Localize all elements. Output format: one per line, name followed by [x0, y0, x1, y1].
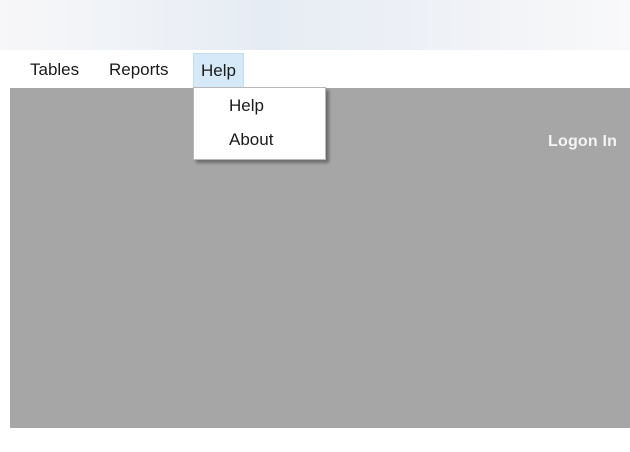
menu-bar: Tables Reports Help [0, 50, 630, 88]
application-window: Tables Reports Help Logon In Help About [0, 0, 630, 452]
help-menu-item-about[interactable]: About [229, 127, 273, 153]
help-dropdown-menu: Help About [193, 87, 326, 160]
menu-tables[interactable]: Tables [24, 53, 85, 86]
menu-reports[interactable]: Reports [103, 53, 175, 86]
logon-label: Logon In [548, 133, 618, 150]
menu-help[interactable]: Help [193, 53, 244, 88]
help-menu-item-help[interactable]: Help [229, 93, 264, 119]
title-bar [0, 0, 630, 50]
